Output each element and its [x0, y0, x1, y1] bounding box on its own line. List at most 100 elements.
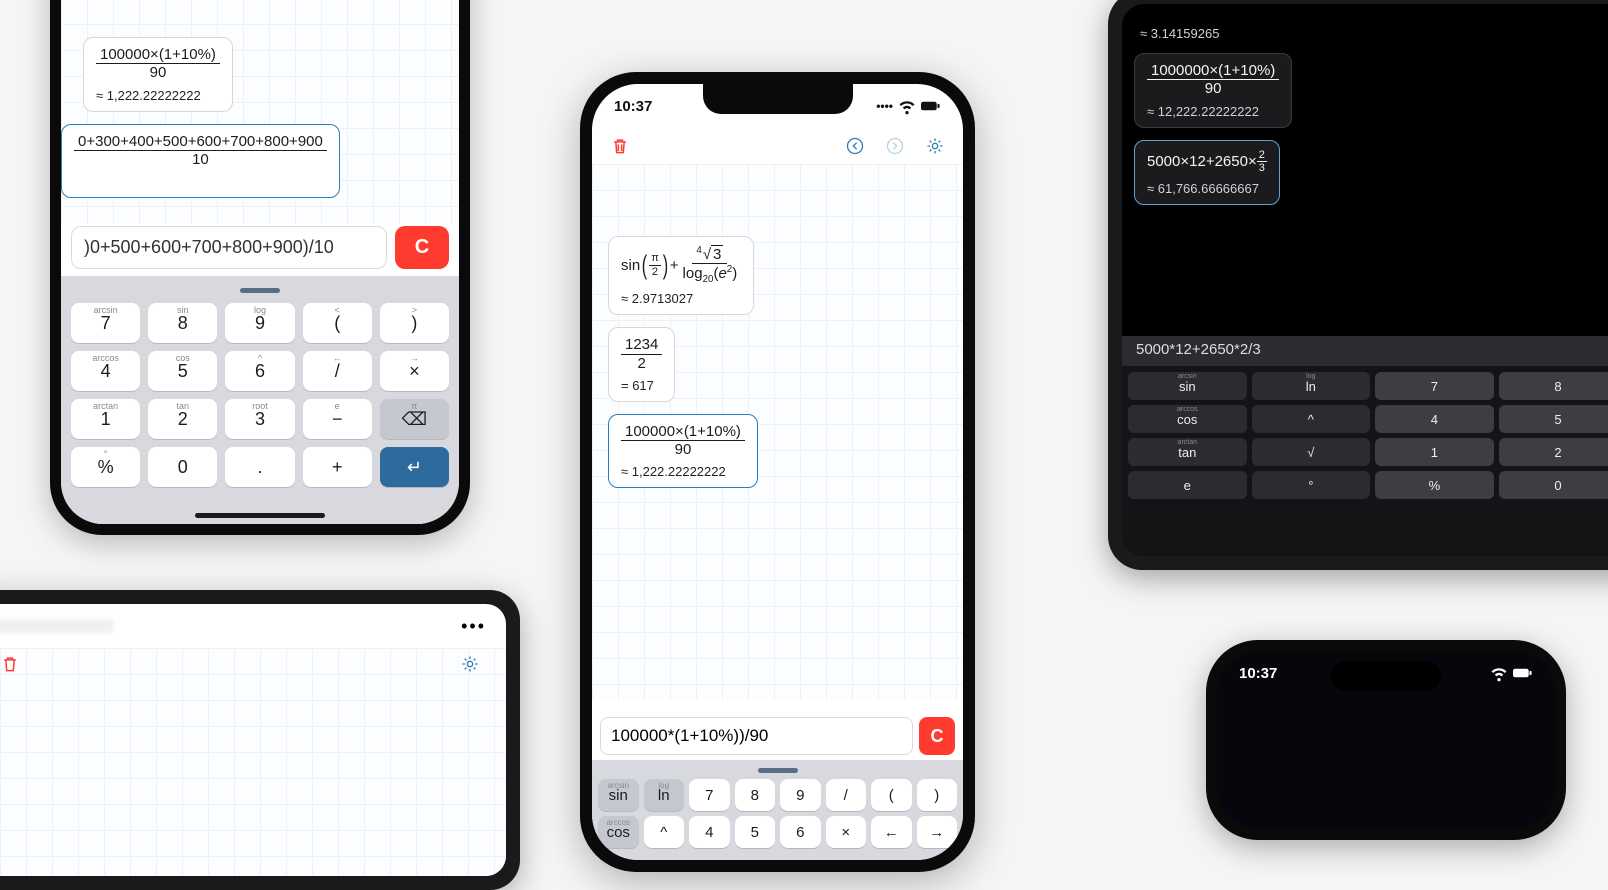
key-2[interactable]: tan2	[148, 399, 217, 439]
keypad: arcsin7sin8log9<(>) arccos4cos5^6←/→× arct…	[61, 276, 459, 524]
key-)[interactable]: )	[917, 779, 958, 811]
key-/[interactable]: /	[826, 779, 867, 811]
key-5[interactable]: 5	[735, 816, 776, 848]
history-area: 100000×(1+10%) 90 ≈ 1,222.22222222 0+300…	[61, 0, 459, 224]
history-area: ≈ 3.14159265 1000000×(1+10%) 90 ≈ 12,222…	[1134, 4, 1292, 211]
redo-icon[interactable]	[885, 136, 905, 156]
expression-input[interactable]: )0+500+600+700+800+900)/10	[71, 226, 387, 269]
key-%[interactable]: °%	[71, 447, 140, 487]
history-bubble[interactable]: 1000000×(1+10%) 90 ≈ 12,222.22222222	[1134, 53, 1292, 128]
expression-input[interactable]: 100000*(1+10%))/90	[600, 717, 913, 755]
key-×[interactable]: →×	[380, 351, 449, 391]
key-([interactable]: (	[871, 779, 912, 811]
key-0[interactable]: 0	[148, 447, 217, 487]
key-6[interactable]: 6	[780, 816, 821, 848]
signal-icon: ••••	[876, 99, 893, 113]
key-°[interactable]: °	[1252, 471, 1371, 499]
key-([interactable]: <(	[303, 303, 372, 343]
key-↵[interactable]: ↵	[380, 447, 449, 487]
keypad: arcsinsinlogln789/(arccoscos^456×←arctan…	[1122, 366, 1608, 556]
key-6[interactable]: ^6	[225, 351, 294, 391]
key-ln[interactable]: logln	[1252, 372, 1371, 400]
key-8[interactable]: sin8	[148, 303, 217, 343]
key-7[interactable]: 7	[1375, 372, 1494, 400]
keypad: arcsinsinlogln789/() arccoscos^456×←→	[592, 760, 963, 860]
key-4[interactable]: 4	[689, 816, 730, 848]
key-⌫[interactable]: π⌫	[380, 399, 449, 439]
status-time: 10:37	[1239, 665, 1277, 682]
history-bubble[interactable]: 1234 2 = 617	[608, 327, 675, 402]
notch	[703, 84, 853, 114]
keyboard-handle[interactable]	[240, 288, 280, 293]
key-%[interactable]: %	[1375, 471, 1494, 499]
trash-icon[interactable]	[0, 654, 20, 674]
key-cos[interactable]: arccoscos	[1128, 405, 1247, 433]
clear-button[interactable]: C	[919, 717, 955, 755]
phone-left-mockup: 100000×(1+10%) 90 ≈ 1,222.22222222 0+300…	[50, 0, 470, 535]
history-area: sin( π2 ) + 4√3 log20(e2) ≈ 2.9713027 12…	[592, 164, 963, 700]
key-4[interactable]: arccos4	[71, 351, 140, 391]
key-8[interactable]: 8	[735, 779, 776, 811]
expression-input[interactable]: 5000*12+2650*2/3	[1122, 336, 1608, 366]
key-√[interactable]: √	[1252, 438, 1371, 466]
key-)[interactable]: >)	[380, 303, 449, 343]
status-time: 10:37	[614, 98, 652, 115]
gear-icon[interactable]	[460, 654, 480, 674]
key-3[interactable]: root3	[225, 399, 294, 439]
gear-icon[interactable]	[925, 136, 945, 156]
wifi-icon	[897, 96, 917, 116]
more-icon[interactable]: •••	[461, 616, 486, 637]
key-ln[interactable]: logln	[644, 779, 685, 811]
battery-icon	[921, 96, 941, 116]
phone-br-screen: 10:37	[1217, 651, 1555, 829]
key-5[interactable]: 5	[1499, 405, 1608, 433]
key-tan[interactable]: arctantan	[1128, 438, 1247, 466]
input-row: )0+500+600+700+800+900)/10 C	[71, 226, 449, 269]
tablet-dark-mockup: ≈ 3.14159265 1000000×(1+10%) 90 ≈ 12,222…	[1108, 0, 1608, 570]
undo-icon[interactable]	[845, 136, 865, 156]
history-result: ≈ 3.14159265	[1140, 26, 1292, 41]
key-/[interactable]: ←/	[303, 351, 372, 391]
key-5[interactable]: cos5	[148, 351, 217, 391]
key-cos[interactable]: arccoscos	[598, 816, 639, 848]
home-indicator[interactable]	[195, 513, 325, 518]
key-sin[interactable]: arcsinsin	[598, 779, 639, 811]
history-bubble-selected[interactable]: 5000×12+2650× 23 ≈ 61,766.66666667	[1134, 140, 1280, 205]
key-0[interactable]: 0	[1499, 471, 1608, 499]
history-bubble-selected[interactable]: 100000×(1+10%) 90 ≈ 1,222.22222222	[608, 414, 758, 489]
key-8[interactable]: 8	[1499, 372, 1608, 400]
key-2[interactable]: 2	[1499, 438, 1608, 466]
key-→[interactable]: →	[917, 816, 958, 848]
key-9[interactable]: 9	[780, 779, 821, 811]
tablet-light-screen: •••	[0, 604, 506, 876]
dynamic-island	[1331, 661, 1441, 691]
trash-icon[interactable]	[610, 136, 630, 156]
key-e[interactable]: e	[1128, 471, 1247, 499]
tablet-light-mockup: •••	[0, 590, 520, 890]
keyboard-handle[interactable]	[758, 768, 798, 773]
phone-center-screen: 10:37 ••••	[592, 84, 963, 860]
status-icons: ••••	[876, 96, 941, 116]
key-9[interactable]: log9	[225, 303, 294, 343]
key-.[interactable]: .	[225, 447, 294, 487]
history-bubble-selected[interactable]: 0+300+400+500+600+700+800+900 10	[61, 124, 340, 199]
phone-center-mockup: 10:37 ••••	[580, 72, 975, 872]
key-+[interactable]: +	[303, 447, 372, 487]
clear-button[interactable]: C	[395, 226, 449, 269]
key-1[interactable]: arctan1	[71, 399, 140, 439]
key-←[interactable]: ←	[871, 816, 912, 848]
history-bubble[interactable]: 100000×(1+10%) 90 ≈ 1,222.22222222	[83, 37, 233, 112]
key-^[interactable]: ^	[1252, 405, 1371, 433]
key-7[interactable]: 7	[689, 779, 730, 811]
input-row: 100000*(1+10%))/90 C	[600, 717, 955, 755]
battery-icon	[1513, 663, 1533, 683]
key-4[interactable]: 4	[1375, 405, 1494, 433]
history-bubble[interactable]: sin( π2 ) + 4√3 log20(e2) ≈ 2.9713027	[608, 236, 754, 315]
key-×[interactable]: ×	[826, 816, 867, 848]
key-7[interactable]: arcsin7	[71, 303, 140, 343]
blurred-text	[0, 619, 114, 633]
key-−[interactable]: e−	[303, 399, 372, 439]
key-sin[interactable]: arcsinsin	[1128, 372, 1247, 400]
key-1[interactable]: 1	[1375, 438, 1494, 466]
key-^[interactable]: ^	[644, 816, 685, 848]
